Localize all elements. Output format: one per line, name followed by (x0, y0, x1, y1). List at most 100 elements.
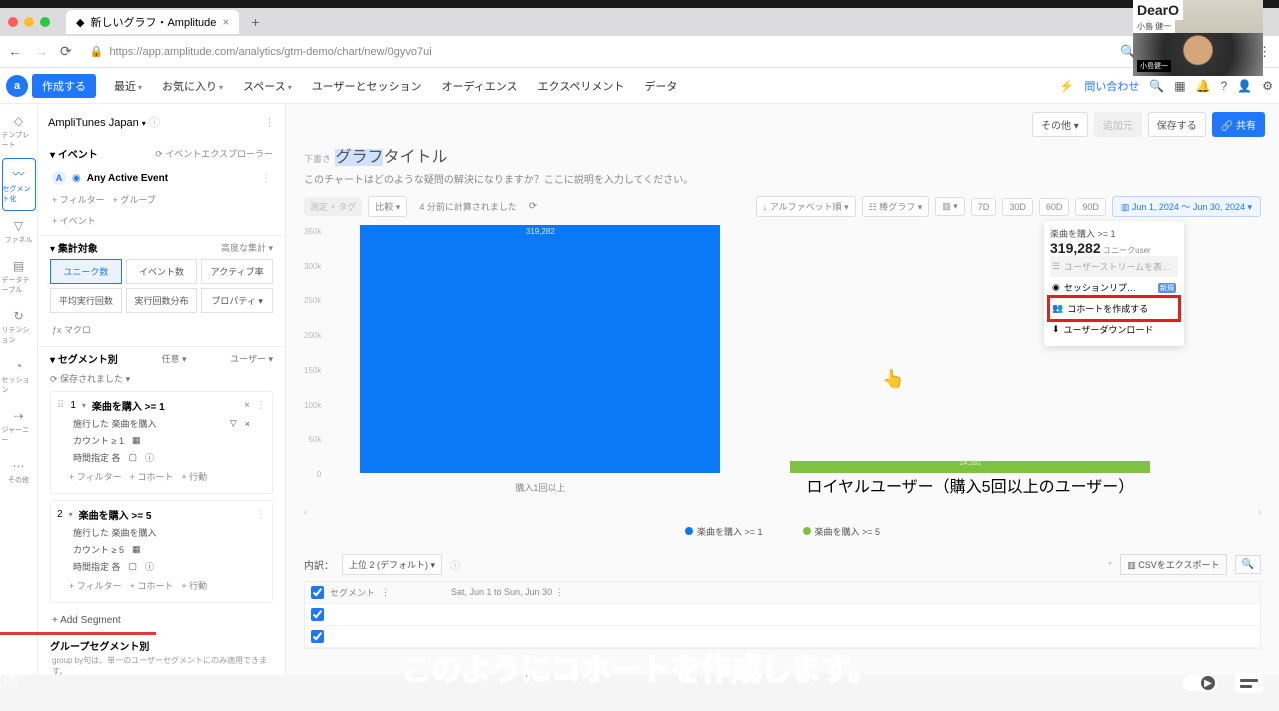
calendar-icon[interactable]: ▢ (129, 452, 138, 463)
count-row[interactable]: カウント ≥ 1 (73, 434, 124, 447)
interval-dropdown[interactable]: ▥ ▾ (935, 197, 965, 216)
rail-other[interactable]: ⋯その他 (2, 453, 36, 491)
more-icon[interactable]: ⋮ (264, 116, 275, 129)
menu-data[interactable]: データ (636, 72, 685, 100)
metric-properties[interactable]: プロパティ ▾ (201, 288, 273, 313)
metric-active-pct[interactable]: アクティブ率 (201, 259, 273, 284)
forward-icon[interactable]: → (34, 43, 48, 60)
search-icon[interactable]: 🔍 (1149, 79, 1164, 93)
info-icon[interactable]: ⓘ (145, 451, 154, 464)
window-controls[interactable] (8, 17, 50, 27)
breakdown-select[interactable]: 上位 2 (デフォルト) ▾ (342, 554, 442, 575)
add-filter-link[interactable]: + フィルター (69, 579, 122, 592)
chart-type-dropdown[interactable]: ☷ 棒グラフ ▾ (862, 196, 930, 217)
time-row[interactable]: 時間指定 各 (73, 560, 121, 573)
segment-label[interactable]: 楽曲を購入 >= 5 (79, 507, 152, 522)
col-segment[interactable]: セグメント (330, 586, 375, 599)
url-input[interactable]: 🔒 https://app.amplitude.com/analytics/gt… (82, 45, 1111, 58)
add-filter-link[interactable]: + フィルター (52, 193, 105, 206)
preset-30d[interactable]: 30D (1002, 198, 1033, 216)
rail-data-table[interactable]: ▤データテーブル (2, 253, 36, 301)
video-progress-bar[interactable] (0, 632, 156, 635)
rail-template[interactable]: ◇テンプレート (2, 108, 36, 156)
menu-recent[interactable]: 最近▾ (106, 72, 150, 100)
rail-journeys[interactable]: ⇢ジャーニー (2, 403, 36, 451)
project-selector[interactable]: AmpliTunes Japan ▾ ⓘ (48, 114, 160, 130)
menu-spaces[interactable]: スペース▾ (235, 72, 300, 100)
table-row[interactable] (305, 604, 1260, 626)
rail-segmentation[interactable]: 〰セグメント化 (2, 158, 36, 211)
more-icon[interactable]: ⋮ (256, 509, 266, 520)
autoplay-toggle[interactable] (1183, 675, 1217, 691)
session-replay[interactable]: ◉ セッションリプ…新規 (1050, 277, 1178, 298)
metric-event-totals[interactable]: イベント数 (126, 259, 198, 284)
count-row[interactable]: カウント ≥ 5 (73, 543, 124, 556)
info-icon[interactable]: ⓘ (450, 557, 460, 572)
browser-tab[interactable]: ◆ 新しいグラフ・Amplitude × (66, 10, 239, 34)
more-icon[interactable]: ⋮ (261, 173, 271, 184)
advanced-measure-link[interactable]: 高度な集計 ▾ (221, 241, 273, 254)
refresh-icon[interactable]: ⟳ (529, 201, 537, 212)
amplitude-logo-icon[interactable]: a (6, 75, 28, 97)
save-button[interactable]: 保存する (1148, 112, 1206, 137)
segment-saved[interactable]: ⟳ 保存されました ▾ (50, 372, 130, 385)
bell-icon[interactable]: 🔔 (1196, 79, 1211, 93)
inquiry-link[interactable]: 問い合わせ (1084, 78, 1139, 94)
preset-60d[interactable]: 60D (1039, 198, 1070, 216)
bar-segment-2[interactable]: 14,281 (790, 461, 1150, 473)
segment-user[interactable]: ユーザー ▾ (230, 352, 273, 365)
new-tab-button[interactable]: + (245, 14, 265, 30)
funnel-icon[interactable]: ▽ (230, 418, 237, 429)
legend-item-1[interactable]: 楽曲を購入 >= 1 (685, 525, 763, 538)
row-checkbox[interactable] (311, 630, 324, 643)
grid-icon[interactable]: ▦ (1174, 79, 1185, 93)
select-all-checkbox[interactable] (311, 586, 324, 599)
segment-label[interactable]: 楽曲を購入 >= 1 (92, 398, 165, 413)
close-icon[interactable]: × (244, 400, 250, 411)
add-cohort-link[interactable]: + コホート (130, 470, 174, 483)
menu-audiences[interactable]: オーディエンス (434, 72, 526, 100)
event-explorer-link[interactable]: ⟳ イベントエクスプローラー (155, 147, 273, 160)
help-icon[interactable]: ? (1221, 79, 1228, 93)
next-page[interactable]: › (1258, 507, 1261, 517)
chevron-down-icon[interactable]: ▾ (69, 510, 73, 519)
row-checkbox[interactable] (311, 608, 324, 621)
sort-dropdown[interactable]: ↓ アルファベット順 ▾ (756, 196, 856, 217)
add-cohort-link[interactable]: + コホート (130, 579, 174, 592)
edit-icon[interactable]: ▦ (132, 435, 141, 446)
chevron-down-icon[interactable]: ▾ (82, 401, 86, 410)
add-filter-link[interactable]: + フィルター (69, 470, 122, 483)
export-csv[interactable]: ▥ CSVをエクスポート (1120, 554, 1226, 575)
clock-icon[interactable]: ◔ (1106, 559, 1112, 570)
legend-item-2[interactable]: 楽曲を購入 >= 5 (803, 525, 881, 538)
chart-description-input[interactable]: このチャートはどのような疑問の解決になりますか？ここに説明を入力してください。 (304, 167, 1261, 186)
prev-page[interactable]: ‹ (304, 507, 307, 517)
info-icon[interactable]: ⓘ (145, 560, 154, 573)
measure-tags-chip[interactable]: 測定 + タグ (304, 197, 362, 216)
share-button[interactable]: 🔗 共有 (1212, 112, 1265, 137)
metric-freq[interactable]: 実行回数分布 (126, 288, 198, 313)
add-action-link[interactable]: + 行動 (181, 579, 207, 592)
gear-icon[interactable]: ⚙ (1262, 79, 1273, 93)
calendar-icon[interactable]: ▢ (129, 561, 138, 572)
more-icon[interactable]: ⋮ (256, 400, 266, 411)
menu-favorites[interactable]: お気に入り▾ (154, 72, 231, 100)
rail-sessions[interactable]: ◔セッション (2, 353, 36, 401)
back-icon[interactable]: ← (8, 43, 22, 60)
segment-any[interactable]: 任意 ▾ (161, 352, 186, 365)
user-download[interactable]: ⬇ ユーザーダウンロード (1050, 319, 1178, 340)
macro-link[interactable]: ƒx マクロ (50, 317, 273, 342)
menu-experiment[interactable]: エクスペリメント (530, 72, 633, 100)
event-row[interactable]: A ◉ Any Active Event ⋮ (50, 167, 273, 189)
menu-users-sessions[interactable]: ユーザーとセッション (304, 72, 430, 100)
date-range-picker[interactable]: ▥ Jun 1, 2024 ～ Jun 30, 2024 ▾ (1112, 196, 1261, 217)
preset-7d[interactable]: 7D (971, 198, 997, 216)
metric-uniques[interactable]: ユニーク数 (50, 259, 122, 284)
chart-title-input[interactable]: グラフタイトル (335, 149, 447, 166)
add-to-button[interactable]: 追加元 (1094, 112, 1142, 137)
other-button[interactable]: その他 ▾ (1032, 112, 1088, 137)
rail-funnel[interactable]: ▽ファネル (2, 213, 36, 251)
drag-icon[interactable]: ⠿ (57, 400, 64, 411)
reload-icon[interactable]: ⟳ (60, 43, 72, 60)
add-group-link[interactable]: + グループ (113, 193, 156, 206)
